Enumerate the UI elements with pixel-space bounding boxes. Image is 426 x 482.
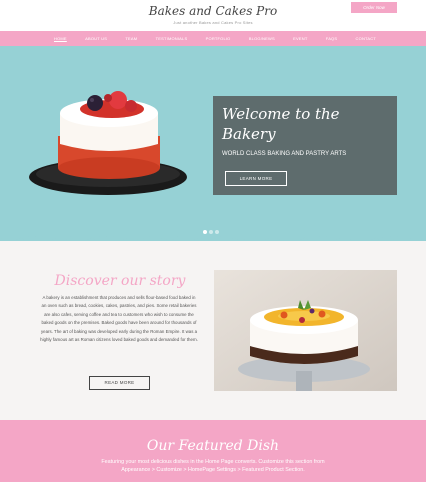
site-tagline: Just another Bakes and Cakes Pro Sites: [173, 20, 253, 25]
slider-dot[interactable]: [209, 230, 213, 234]
featured-text: Featuring your most delicious dishes in …: [101, 459, 325, 473]
order-now-button[interactable]: Order Now: [351, 2, 397, 13]
hero-scallop-edge: [0, 236, 426, 240]
featured-title: Our Featured Dish: [146, 438, 280, 454]
slider-dot[interactable]: [203, 230, 207, 234]
hero-subtitle: WORLD CLASS BAKING AND PASTRY ARTS: [222, 151, 347, 157]
learn-more-button[interactable]: LEARN MORE: [225, 171, 287, 186]
about-title: Discover our story: [54, 273, 186, 289]
read-more-button[interactable]: READ MORE: [89, 376, 150, 390]
hero-title: Welcome to the Bakery: [222, 105, 340, 143]
slider-dot[interactable]: [215, 230, 219, 234]
hero-caption-box: Welcome to the Bakery WORLD CLASS BAKING…: [213, 96, 397, 195]
featured-section: Our Featured Dish Featuring your most de…: [0, 420, 426, 482]
slider-pagination: [203, 230, 219, 234]
about-cake-photo: [214, 270, 397, 391]
site-header: Bakes and Cakes Pro Just another Bakes a…: [0, 0, 426, 30]
about-section: Discover our story A bakery is an establ…: [0, 241, 426, 420]
hero-slider: Welcome to the Bakery WORLD CLASS BAKING…: [0, 46, 426, 241]
about-text: A bakery is an establishment that produc…: [40, 295, 198, 343]
